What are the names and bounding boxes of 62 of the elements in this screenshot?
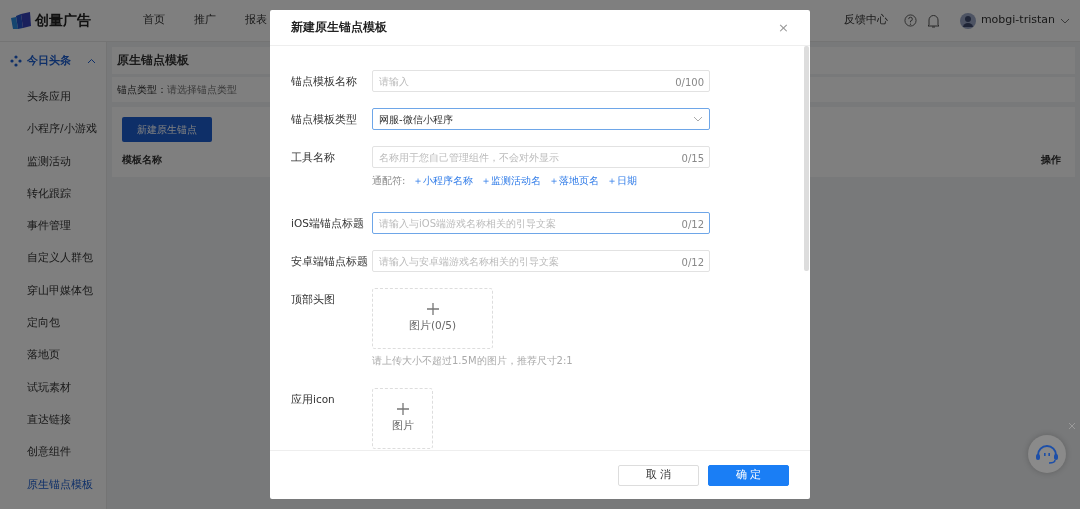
upload-box[interactable]: 图片(0/5): [372, 288, 493, 349]
field-label: 安卓端锚点标题: [291, 254, 369, 269]
upload-caption: 图片: [391, 417, 414, 433]
close-button[interactable]: ×: [778, 17, 789, 38]
sidebar-item[interactable]: 直达链接: [0, 402, 106, 436]
char-counter: 0/100: [675, 76, 704, 90]
sidebar-item[interactable]: 试玩素材: [0, 370, 106, 403]
scrollbar[interactable]: [804, 46, 809, 271]
char-counter: 0/12: [681, 218, 704, 232]
headset-icon: [1035, 443, 1059, 465]
char-counter: 0/12: [681, 256, 704, 270]
wildcard-link[interactable]: ＋小程序名称: [413, 175, 474, 186]
field-label: 锚点模板名称: [291, 74, 358, 89]
feedback-link[interactable]: 反馈中心: [842, 12, 889, 29]
sidebar-item[interactable]: 自定义人群包: [0, 241, 106, 274]
field-label: 顶部头图: [291, 292, 336, 307]
wildcard-link[interactable]: ＋落地页名: [549, 175, 600, 186]
wildcard-link[interactable]: ＋监测活动名: [481, 175, 542, 186]
select-field[interactable]: 网服-微信小程序: [372, 108, 710, 130]
sidebar-item[interactable]: 创意组件: [0, 435, 106, 468]
filter-label: 锚点类型：: [117, 82, 167, 97]
create-button[interactable]: 新建原生锚点: [122, 116, 212, 142]
nav-item[interactable]: 首页: [130, 12, 177, 29]
sidebar-item[interactable]: 监测活动: [0, 144, 106, 177]
chat-button[interactable]: [1028, 435, 1066, 473]
column-header: 模板名称: [122, 152, 162, 167]
field-label: 工具名称: [291, 150, 336, 165]
nav-item[interactable]: 推广: [181, 12, 228, 29]
logo-icon: [10, 11, 32, 30]
sidebar-item[interactable]: 事件管理: [0, 209, 106, 242]
sidebar-item[interactable]: 原生锚点模板: [0, 467, 106, 500]
sidebar-item[interactable]: 头条应用: [0, 80, 106, 113]
sidebar-item[interactable]: 定向包: [0, 306, 106, 339]
plus-icon: [396, 403, 409, 416]
sidebar-group[interactable]: 今日头条: [0, 42, 106, 80]
chevron-up-icon[interactable]: [87, 58, 96, 64]
sidebar-item[interactable]: 小程序/小游戏: [0, 112, 106, 145]
char-counter: 0/15: [681, 152, 704, 166]
wildcard-label: 通配符:: [372, 175, 406, 186]
help-icon[interactable]: [903, 13, 917, 27]
upload-box[interactable]: 图片: [372, 388, 433, 449]
caret-icon: [693, 116, 703, 122]
field-label: 应用icon: [291, 392, 336, 407]
dots-icon: [10, 55, 22, 67]
upload-caption: 图片(0/5): [408, 317, 457, 333]
wildcard-link[interactable]: ＋日期: [607, 175, 638, 186]
column-header: 操作: [1041, 152, 1061, 167]
sidebar-item[interactable]: 穿山甲媒体包: [0, 273, 106, 307]
confirm-button[interactable]: 确 定: [708, 464, 789, 486]
modal-title: 新建原生锚点模板: [291, 18, 387, 36]
avatar-icon: [959, 12, 976, 29]
sidebar-item[interactable]: 落地页: [0, 338, 106, 371]
sidebar-item[interactable]: 转化跟踪: [0, 176, 106, 210]
plus-icon: [426, 303, 439, 316]
cancel-button[interactable]: 取 消: [618, 464, 699, 486]
field-label: 锚点模板类型: [291, 112, 358, 127]
field-label: iOS端锚点标题: [291, 216, 365, 231]
logo-text: 创量广告: [34, 11, 91, 30]
bell-icon[interactable]: [926, 13, 940, 28]
chevron-down-icon[interactable]: [1060, 17, 1070, 24]
upload-hint: 请上传大小不超过1.5M的图片，推荐尺寸2:1: [372, 354, 573, 368]
user-name[interactable]: mobgi-tristan: [980, 12, 1055, 29]
